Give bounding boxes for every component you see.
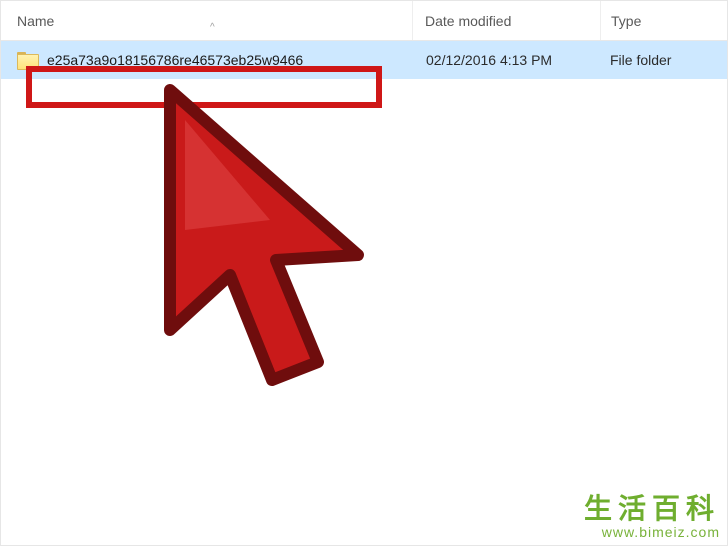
- folder-name-cell: e25a73a9o18156786re46573eb25w9466: [17, 52, 412, 68]
- sort-ascending-icon: ^: [210, 22, 215, 33]
- column-header-type-label: Type: [611, 13, 641, 29]
- file-explorer-window: Name Date modified Type ^ e25a73a9o18156…: [0, 0, 728, 546]
- folder-name-text: e25a73a9o18156786re46573eb25w9466: [47, 52, 303, 68]
- watermark-url: www.bimeiz.com: [584, 525, 720, 540]
- column-header-modified[interactable]: Date modified: [412, 1, 600, 40]
- folder-type-text: File folder: [610, 52, 671, 68]
- folder-type-cell: File folder: [600, 52, 727, 68]
- folder-modified-text: 02/12/2016 4:13 PM: [426, 52, 552, 68]
- column-header-type[interactable]: Type: [600, 1, 727, 40]
- column-header-name-label: Name: [17, 13, 54, 29]
- watermark-title: 生活百科: [584, 494, 720, 525]
- folder-icon: [17, 52, 37, 68]
- folder-row-selected[interactable]: e25a73a9o18156786re46573eb25w9466 02/12/…: [1, 41, 727, 79]
- folder-modified-cell: 02/12/2016 4:13 PM: [412, 52, 600, 68]
- column-header-row: Name Date modified Type: [1, 1, 727, 41]
- watermark: 生活百科 www.bimeiz.com: [584, 494, 720, 540]
- column-header-modified-label: Date modified: [425, 13, 511, 29]
